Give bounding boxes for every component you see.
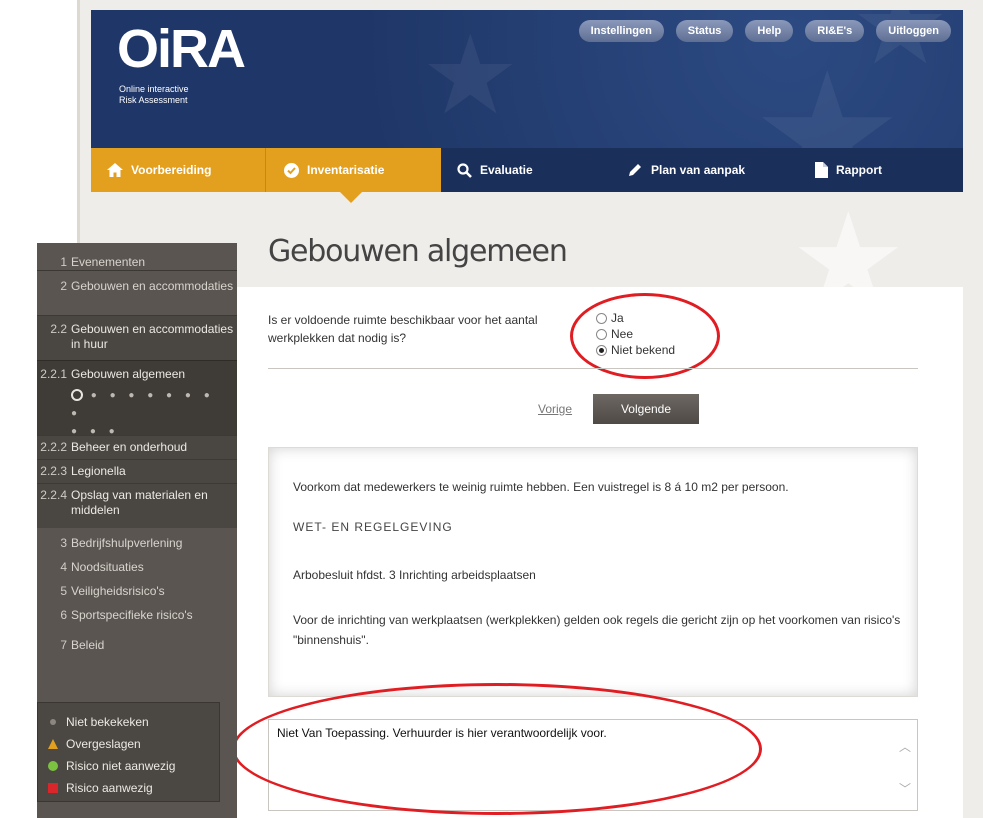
info-paragraph: Arbobesluit hfdst. 3 Inrichting arbeidsp… bbox=[293, 568, 536, 582]
green-circle-icon bbox=[48, 761, 58, 771]
previous-link[interactable]: Vorige bbox=[538, 402, 572, 416]
annotation-ellipse bbox=[570, 293, 720, 379]
next-button[interactable]: Volgende bbox=[593, 394, 699, 424]
info-paragraph: Voorkom dat medewerkers te weinig ruimte… bbox=[293, 480, 789, 494]
info-panel: Voorkom dat medewerkers te weinig ruimte… bbox=[268, 447, 918, 697]
sidebar-item-sportspecifiek[interactable]: 6 Sportspecifieke risico's bbox=[37, 608, 237, 623]
pencil-icon bbox=[629, 164, 641, 176]
tab-evaluatie[interactable]: Evaluatie bbox=[441, 148, 613, 192]
star-decoration: ★ bbox=[421, 11, 520, 139]
tab-plan-van-aanpak[interactable]: Plan van aanpak bbox=[613, 148, 801, 192]
scroll-up-icon[interactable]: ︿ bbox=[899, 738, 911, 755]
question-text: Is er voldoende ruimte beschikbaar voor … bbox=[268, 313, 538, 345]
grey-dot-icon bbox=[50, 719, 56, 725]
oira-logo[interactable]: OiRA bbox=[117, 18, 246, 80]
question-progress-dots[interactable]: ● ● ● ● ● ● ● ● ● ● ● bbox=[71, 387, 231, 441]
sidebar-item-bhv[interactable]: 3 Bedrijfshulpverlening bbox=[37, 536, 237, 551]
tab-voorbereiding[interactable]: Voorbereiding bbox=[91, 148, 265, 192]
scroll-down-icon[interactable]: ﹀ bbox=[899, 780, 911, 797]
sidebar-item-opslag[interactable]: 2.2.4 Opslag van materialen en middelen bbox=[37, 483, 237, 528]
check-circle-icon bbox=[284, 162, 299, 178]
legend-item: Risico aanwezig bbox=[48, 777, 209, 799]
status-button[interactable]: Status bbox=[675, 20, 734, 42]
annotation-ellipse bbox=[232, 683, 762, 815]
legend-item: Risico niet aanwezig bbox=[48, 755, 209, 777]
status-legend: Niet bekekeken Overgeslagen Risico niet … bbox=[37, 702, 220, 802]
sidebar-item-beheer[interactable]: 2.2.2 Beheer en onderhoud bbox=[37, 435, 237, 459]
legend-item: Overgeslagen bbox=[48, 733, 209, 755]
rie-list-button[interactable]: RI&E's bbox=[805, 20, 865, 42]
sidebar-item-beleid[interactable]: 7 Beleid bbox=[37, 638, 237, 653]
top-navigation: Instellingen Status Help RI&E's Uitlogge… bbox=[578, 20, 951, 42]
legend-item: Niet bekekeken bbox=[48, 711, 209, 733]
sidebar-item-veiligheid[interactable]: 5 Veiligheidsrisico's bbox=[37, 584, 237, 599]
logout-button[interactable]: Uitloggen bbox=[876, 20, 951, 42]
sidebar-separator bbox=[37, 270, 237, 271]
sidebar-item-legionella[interactable]: 2.2.3 Legionella bbox=[37, 459, 237, 483]
document-icon bbox=[815, 162, 828, 178]
settings-button[interactable]: Instellingen bbox=[578, 20, 664, 42]
info-paragraph: Voor de inrichting van werkplaatsen (wer… bbox=[293, 613, 901, 647]
search-icon bbox=[457, 162, 472, 178]
warning-triangle-icon bbox=[48, 739, 58, 749]
logo-subtitle: Online interactive Risk Assessment bbox=[119, 84, 189, 105]
sidebar-item-evenementen[interactable]: 1 Evenementen bbox=[37, 255, 237, 270]
red-square-icon bbox=[48, 783, 58, 793]
site-header: ★ ★ ★ OiRA Online interactive Risk Asses… bbox=[91, 10, 963, 150]
sidebar-item-gebouwen[interactable]: 2 Gebouwen en accommodaties bbox=[37, 279, 237, 294]
help-button[interactable]: Help bbox=[745, 20, 794, 42]
tab-inventarisatie[interactable]: Inventarisatie bbox=[265, 148, 441, 192]
star-decoration: ★ bbox=[790, 184, 907, 336]
page-title: Gebouwen algemeen bbox=[268, 234, 568, 269]
home-icon bbox=[107, 163, 123, 177]
divider bbox=[268, 368, 918, 369]
active-tab-indicator bbox=[340, 192, 362, 203]
current-question-dot[interactable] bbox=[71, 389, 83, 402]
sidebar-item-gebouwen-huur[interactable]: 2.2 Gebouwen en accommodaties in huur bbox=[37, 315, 237, 360]
info-heading: Wet- en regelgeving bbox=[293, 520, 453, 534]
sidebar-item-noodsituaties[interactable]: 4 Noodsituaties bbox=[37, 560, 237, 575]
